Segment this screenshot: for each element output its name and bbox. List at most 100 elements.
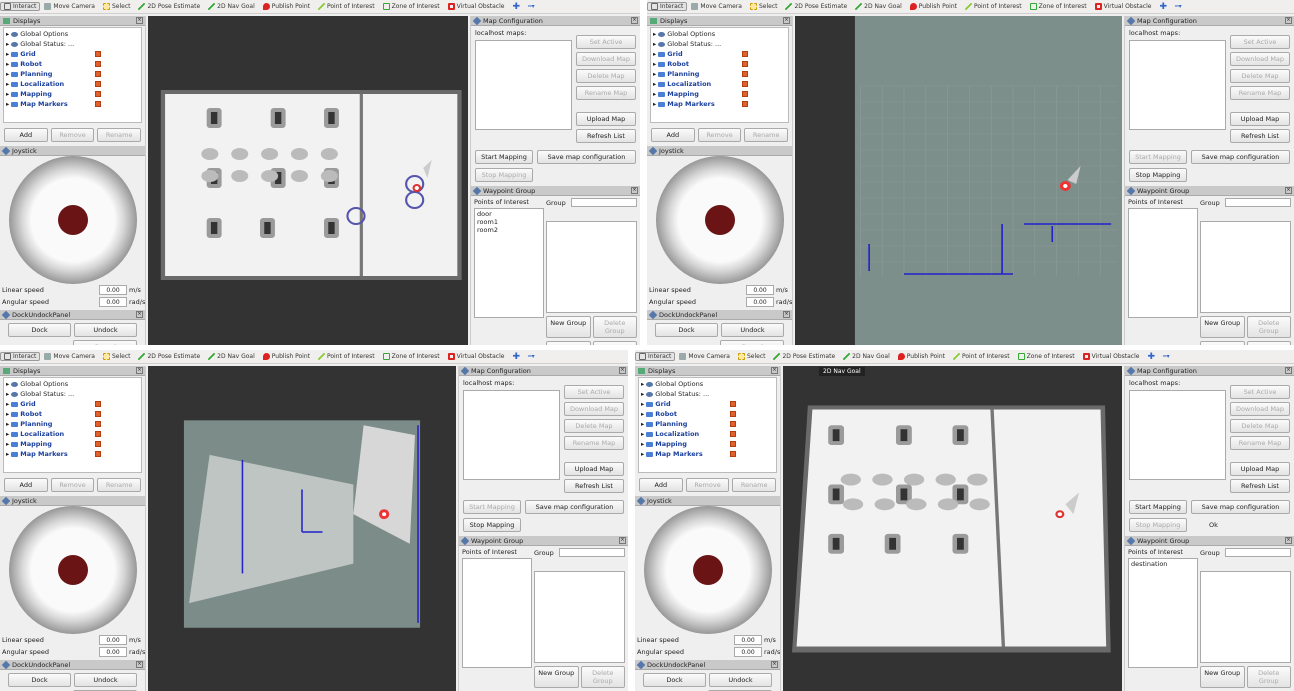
add-tool-button[interactable]: ✚: [1143, 352, 1159, 362]
display-checkbox[interactable]: [742, 81, 748, 87]
display-item[interactable]: ▸ Mapping: [6, 89, 139, 99]
close-icon[interactable]: ×: [1285, 17, 1292, 24]
display-checkbox[interactable]: [742, 71, 748, 77]
display-item[interactable]: ▸ Localization: [6, 429, 139, 439]
maps-list[interactable]: [463, 390, 560, 480]
upload-map-button[interactable]: Upload Map: [576, 112, 636, 126]
new-group-button[interactable]: New Group: [546, 316, 591, 338]
refresh-list-button[interactable]: Refresh List: [1230, 479, 1290, 493]
virtual-obstacle-tool[interactable]: Virtual Obstacle: [1091, 3, 1156, 10]
start-mapping-button[interactable]: Start Mapping: [463, 500, 521, 514]
display-item[interactable]: ▸ Map Markers: [641, 449, 774, 459]
close-icon[interactable]: ×: [136, 367, 143, 374]
publish-point-tool[interactable]: Publish Point: [259, 3, 314, 10]
map-canvas[interactable]: [148, 366, 456, 691]
select-tool[interactable]: Select: [746, 3, 782, 10]
save-map-config-button[interactable]: Save map configuration: [537, 150, 636, 164]
close-icon[interactable]: ×: [783, 311, 790, 318]
point-of-interest-tool[interactable]: Point of Interest: [949, 353, 1014, 360]
add-display-button[interactable]: Add: [4, 128, 48, 142]
download-map-button[interactable]: Download Map: [1230, 402, 1290, 416]
refresh-list-button[interactable]: Refresh List: [1230, 129, 1290, 143]
close-icon[interactable]: ×: [631, 187, 638, 194]
displays-tree[interactable]: ▸ Global Options ▸ Global Status: ... ▸ Grid ▸…: [3, 27, 142, 123]
poi-list[interactable]: [462, 558, 532, 668]
display-checkbox[interactable]: [730, 421, 736, 427]
cancel-button[interactable]: Cancel: [73, 340, 137, 345]
joystick-knob[interactable]: [692, 555, 723, 585]
poi-item[interactable]: door: [477, 210, 541, 218]
display-checkbox[interactable]: [95, 91, 101, 97]
display-item[interactable]: ▸ Map Markers: [6, 449, 139, 459]
remove-display-button[interactable]: Remove: [50, 478, 95, 492]
dock-button[interactable]: Dock: [655, 323, 718, 337]
publish-point-tool[interactable]: Publish Point: [259, 353, 314, 360]
display-item[interactable]: ▸ Grid: [641, 399, 774, 409]
map-canvas[interactable]: [148, 16, 468, 345]
map-view[interactable]: [148, 366, 456, 691]
display-checkbox[interactable]: [742, 51, 748, 57]
close-icon[interactable]: ×: [771, 661, 778, 668]
map-view[interactable]: [148, 16, 468, 345]
linear-speed-field[interactable]: 0.00: [746, 285, 774, 295]
download-map-button[interactable]: Download Map: [1230, 52, 1290, 66]
add-display-button[interactable]: Add: [4, 478, 48, 492]
run-group-button[interactable]: Run Group: [1200, 341, 1245, 345]
display-item[interactable]: ▸ Localization: [653, 79, 786, 89]
refresh-list-button[interactable]: Refresh List: [576, 129, 636, 143]
publish-point-tool[interactable]: Publish Point: [894, 353, 949, 360]
linear-speed-field[interactable]: 0.00: [99, 635, 127, 645]
stop-group-button[interactable]: Stop Group: [1246, 341, 1291, 345]
display-item[interactable]: ▸ Global Status: ...: [6, 389, 139, 399]
display-item[interactable]: ▸ Localization: [641, 429, 774, 439]
rename-map-button[interactable]: Rename Map: [576, 86, 636, 100]
map-canvas[interactable]: [795, 16, 1122, 345]
tool-menu-button[interactable]: ━▾: [1171, 3, 1186, 10]
pose-estimate-tool[interactable]: 2D Pose Estimate: [134, 353, 204, 360]
pose-estimate-tool[interactable]: 2D Pose Estimate: [134, 3, 204, 10]
remove-display-button[interactable]: Remove: [697, 128, 742, 142]
stop-mapping-button[interactable]: Stop Mapping: [1129, 518, 1187, 532]
display-checkbox[interactable]: [730, 411, 736, 417]
group-select[interactable]: [559, 548, 625, 557]
download-map-button[interactable]: Download Map: [564, 402, 624, 416]
display-checkbox[interactable]: [95, 71, 101, 77]
add-tool-button[interactable]: ✚: [508, 2, 524, 12]
dock-button[interactable]: Dock: [8, 673, 71, 687]
cancel-button[interactable]: Cancel: [720, 340, 784, 345]
rename-map-button[interactable]: Rename Map: [564, 436, 624, 450]
close-icon[interactable]: ×: [136, 311, 143, 318]
zone-of-interest-tool[interactable]: Zone of Interest: [1014, 353, 1079, 360]
nav-goal-tool[interactable]: 2D Nav Goal: [204, 353, 259, 360]
point-of-interest-tool[interactable]: Point of Interest: [314, 3, 379, 10]
display-checkbox[interactable]: [730, 451, 736, 457]
delete-group-button[interactable]: Delete Group: [580, 666, 625, 688]
maps-list[interactable]: [1129, 40, 1226, 130]
map-view[interactable]: [795, 16, 1122, 345]
group-select[interactable]: [1225, 198, 1291, 207]
remove-display-button[interactable]: Remove: [685, 478, 730, 492]
group-select[interactable]: [1225, 548, 1291, 557]
angular-speed-field[interactable]: 0.00: [746, 297, 774, 307]
display-checkbox[interactable]: [95, 421, 101, 427]
display-item[interactable]: ▸ Map Markers: [6, 99, 139, 109]
display-item[interactable]: ▸ Planning: [6, 69, 139, 79]
display-item[interactable]: ▸ Global Status: ...: [641, 389, 774, 399]
set-active-button[interactable]: Set Active: [564, 385, 624, 399]
displays-tree[interactable]: ▸ Global Options ▸ Global Status: ... ▸ Grid ▸…: [650, 27, 789, 123]
joystick-knob[interactable]: [704, 205, 735, 235]
rename-map-button[interactable]: Rename Map: [1230, 86, 1290, 100]
close-icon[interactable]: ×: [136, 17, 143, 24]
display-item[interactable]: ▸ Planning: [653, 69, 786, 79]
refresh-list-button[interactable]: Refresh List: [564, 479, 624, 493]
virtual-obstacle-tool[interactable]: Virtual Obstacle: [444, 3, 509, 10]
pose-estimate-tool[interactable]: 2D Pose Estimate: [781, 3, 851, 10]
add-display-button[interactable]: Add: [651, 128, 695, 142]
poi-list[interactable]: destination: [1128, 558, 1198, 668]
upload-map-button[interactable]: Upload Map: [1230, 462, 1290, 476]
save-map-config-button[interactable]: Save map configuration: [525, 500, 624, 514]
maps-list[interactable]: [1129, 390, 1226, 480]
undock-button[interactable]: Undock: [721, 323, 784, 337]
display-checkbox[interactable]: [95, 61, 101, 67]
displays-tree[interactable]: ▸ Global Options ▸ Global Status: ... ▸ Grid ▸…: [3, 377, 142, 473]
